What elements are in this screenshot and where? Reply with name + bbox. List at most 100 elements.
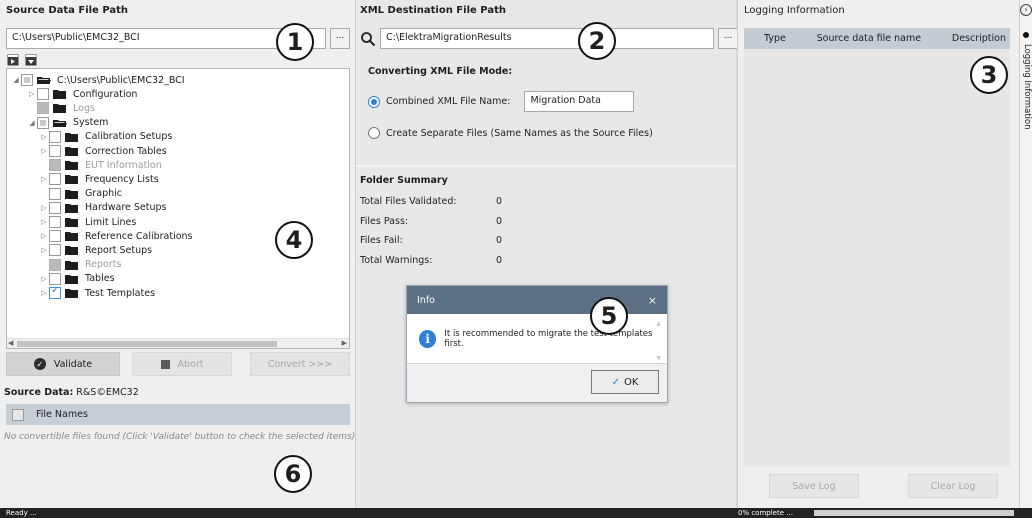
expand-arrow-icon[interactable]: ▷ — [39, 133, 49, 141]
summary-title: Folder Summary — [360, 175, 448, 186]
scroll-thumb[interactable] — [17, 341, 277, 347]
separate-radio[interactable] — [368, 127, 380, 139]
folder-icon — [65, 274, 78, 284]
collapse-all-icon[interactable] — [25, 54, 37, 66]
close-icon[interactable]: × — [648, 294, 657, 307]
tree-node[interactable]: EUT Information — [39, 158, 162, 172]
expand-arrow-icon[interactable]: ▷ — [39, 246, 49, 254]
log-col-type[interactable]: Type — [764, 33, 786, 44]
validate-button[interactable]: ✓ Validate — [6, 352, 120, 376]
callout-3: 3 — [970, 56, 1008, 94]
tree-node[interactable]: ▷ Limit Lines — [39, 215, 136, 229]
tree-node-checkbox[interactable] — [49, 244, 61, 257]
scroll-left-icon[interactable]: ◀ — [8, 339, 13, 347]
combined-option[interactable]: Combined XML File Name: Migration Data — [368, 91, 635, 112]
tree-node-checkbox[interactable] — [49, 285, 61, 299]
pin-icon[interactable] — [1023, 32, 1029, 38]
select-all-checkbox[interactable] — [12, 408, 24, 421]
collapse-arrow-icon[interactable]: ◢ — [11, 76, 21, 84]
tree-toolbar — [7, 54, 37, 66]
callout-2: 2 — [578, 22, 616, 60]
tree-node[interactable]: Reports — [39, 258, 121, 272]
separate-label: Create Separate Files (Same Names as the… — [386, 127, 653, 139]
expand-arrow-icon[interactable]: ▷ — [27, 90, 37, 98]
ok-button[interactable]: ✓ OK — [591, 370, 659, 394]
expand-all-icon[interactable] — [7, 54, 19, 66]
folder-icon — [65, 161, 78, 171]
tree-node[interactable]: ▷ Correction Tables — [39, 144, 167, 158]
collapse-arrow-icon[interactable]: ◢ — [27, 119, 37, 127]
side-tab-strip: › Logging Information — [1019, 0, 1032, 508]
tree-node[interactable]: ◢ System — [27, 116, 108, 130]
expand-arrow-icon[interactable]: ▷ — [39, 147, 49, 155]
scroll-right-icon[interactable]: ▶ — [342, 339, 347, 347]
expand-arrow-icon[interactable]: ▷ — [39, 175, 49, 183]
summary-value: 0 — [496, 254, 503, 266]
combined-name-input[interactable]: Migration Data — [524, 91, 635, 112]
source-data-value: R&S©EMC32 — [76, 387, 139, 398]
tree-node-checkbox[interactable] — [49, 201, 61, 214]
tree-node-checkbox[interactable] — [49, 130, 61, 143]
expand-arrow-icon[interactable]: ▷ — [39, 204, 49, 212]
tree-node-checkbox[interactable] — [49, 272, 61, 285]
expand-arrow-icon[interactable]: ▷ — [39, 275, 49, 283]
tree-node-label: C:\Users\Public\EMC32_BCI — [57, 74, 185, 86]
combined-radio[interactable] — [368, 95, 380, 108]
dialog-scroll-down-icon[interactable]: ▼ — [656, 355, 661, 362]
tree-node[interactable]: ▷ Hardware Setups — [39, 201, 167, 215]
tree-node[interactable]: ▷ Calibration Setups — [39, 130, 172, 144]
summary-divider — [356, 165, 736, 167]
tree-node[interactable]: ▷ Test Templates — [39, 285, 155, 300]
tree-node-checkbox[interactable] — [21, 74, 33, 86]
source-data-key: Source Data: — [4, 387, 74, 398]
abort-button[interactable]: Abort — [132, 352, 232, 376]
log-list[interactable] — [744, 49, 1010, 467]
chevron-right-icon[interactable]: › — [1020, 4, 1032, 16]
logging-title: Logging Information — [744, 5, 845, 16]
ok-label: OK — [623, 376, 639, 388]
dialog-scroll-up-icon[interactable]: ▲ — [656, 320, 661, 327]
summary-key: Total Warnings: — [360, 254, 433, 266]
dialog-message: It is recommended to migrate the test te… — [444, 328, 653, 349]
tree-node-checkbox[interactable] — [37, 116, 49, 129]
tree-node[interactable]: ◢ C:\Users\Public\EMC32_BCI — [11, 73, 185, 87]
tree-node[interactable]: ▷ Report Setups — [39, 243, 152, 257]
expand-arrow-icon[interactable]: ▷ — [39, 289, 49, 297]
expand-arrow-icon[interactable]: ▷ — [39, 218, 49, 226]
folder-icon — [53, 104, 66, 114]
destination-path-input[interactable]: C:\ElektraMigrationResults — [380, 28, 714, 49]
destination-browse-button[interactable]: ... — [718, 28, 738, 49]
file-names-header: File Names — [6, 404, 350, 425]
tree-node[interactable]: ▷ Frequency Lists — [39, 172, 159, 186]
summary-key: Total Files Validated: — [360, 196, 457, 207]
source-browse-button[interactable]: ... — [330, 28, 350, 49]
tree-node-checkbox[interactable] — [49, 187, 61, 200]
tree-node-checkbox[interactable] — [49, 230, 61, 243]
tree-node[interactable]: Logs — [27, 101, 95, 115]
source-folder-tree[interactable]: ◢ C:\Users\Public\EMC32_BCI ▷ Configuration… — [6, 68, 350, 349]
callout-5: 5 — [590, 297, 628, 335]
log-col-description[interactable]: Description — [952, 33, 1006, 44]
tree-node-checkbox[interactable] — [49, 145, 61, 157]
tree-node-checkbox[interactable] — [49, 216, 61, 228]
save-log-button[interactable]: Save Log — [769, 474, 859, 498]
tree-horizontal-scrollbar[interactable]: ◀ ▶ — [7, 338, 349, 348]
tree-node-checkbox[interactable] — [37, 88, 49, 101]
tree-node[interactable]: ▷ Tables — [39, 272, 115, 286]
logging-side-tab[interactable]: Logging Information — [1020, 44, 1032, 130]
folder-icon — [65, 232, 78, 242]
status-bar: Ready ... 0% complete ... — [0, 508, 1032, 518]
search-icon[interactable] — [360, 31, 376, 47]
folder-open-icon — [53, 119, 67, 127]
tree-node[interactable]: ▷ Configuration — [27, 87, 137, 101]
clear-log-button[interactable]: Clear Log — [908, 474, 998, 498]
expand-arrow-icon[interactable]: ▷ — [39, 232, 49, 240]
separate-option[interactable]: Create Separate Files (Same Names as the… — [368, 127, 653, 139]
log-col-source[interactable]: Source data file name — [817, 33, 922, 44]
tree-node-checkbox[interactable] — [49, 173, 61, 186]
tree-node[interactable]: ▷ Reference Calibrations — [39, 229, 193, 243]
tree-node[interactable]: Graphic — [39, 187, 122, 201]
convert-button[interactable]: Convert >>> — [250, 352, 350, 376]
folder-icon — [65, 147, 78, 156]
tree-node-label: Graphic — [85, 188, 123, 200]
